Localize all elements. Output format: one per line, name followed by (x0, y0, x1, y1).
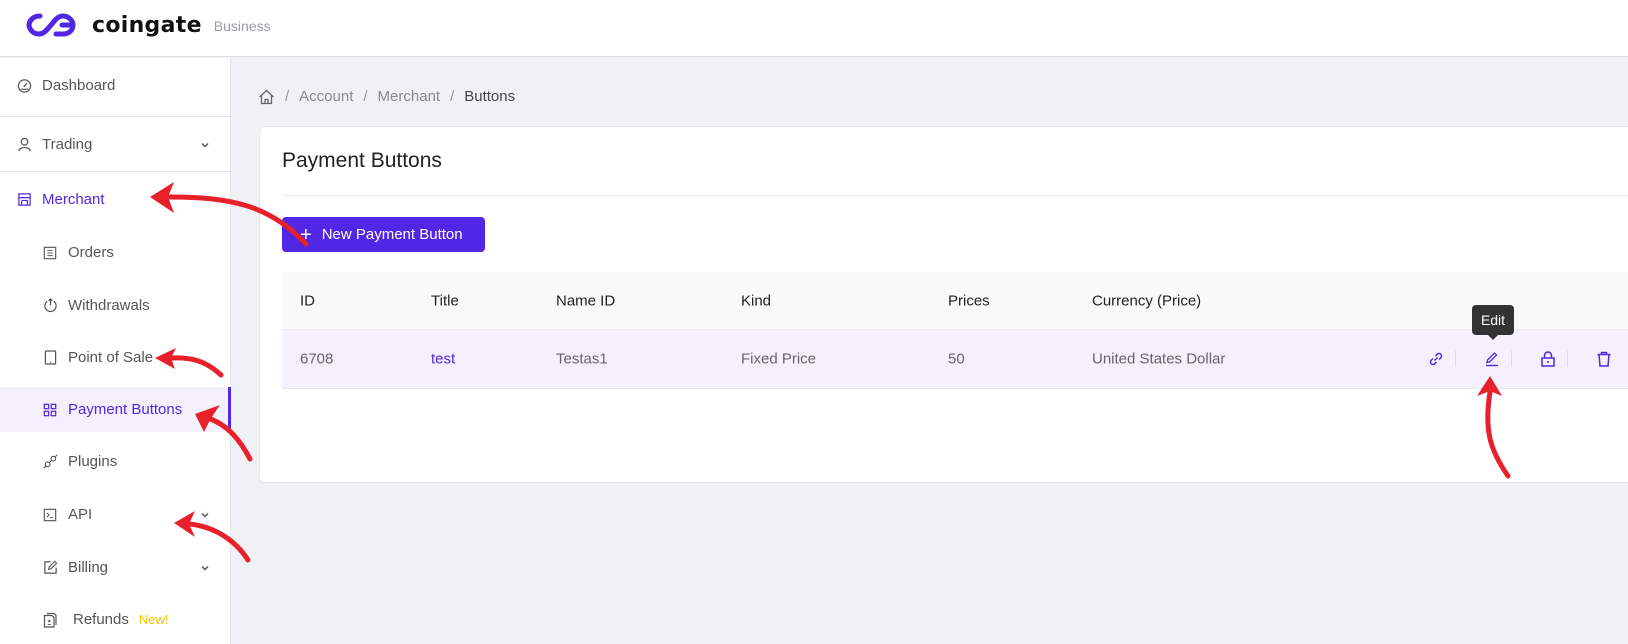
new-payment-button-label: New Payment Button (321, 226, 463, 243)
action-separator (1567, 351, 1568, 367)
breadcrumb-separator: / (363, 88, 368, 105)
column-header-currency[interactable]: Currency (Price) (1092, 292, 1201, 309)
sidebar-item-label: Point of Sale (68, 349, 154, 366)
column-header-prices[interactable]: Prices (948, 292, 990, 309)
sidebar-item-refunds[interactable]: Refunds New! (0, 597, 230, 642)
new-badge: New! (138, 612, 169, 627)
brand-subtitle: Business (213, 18, 271, 34)
sidebar: Dashboard Trading Merchant Orders Withdr… (0, 58, 231, 644)
document-stack-icon (42, 612, 58, 628)
sidebar-item-label: Plugins (68, 453, 118, 470)
new-payment-button[interactable]: + New Payment Button (282, 217, 485, 252)
column-header-title[interactable]: Title (431, 292, 459, 309)
home-icon[interactable] (258, 89, 275, 105)
page-title: Payment Buttons (282, 149, 442, 172)
sidebar-item-dashboard[interactable]: Dashboard (0, 58, 230, 113)
edit-icon[interactable] (1483, 350, 1501, 368)
breadcrumb: / Account / Merchant / Buttons (258, 88, 515, 105)
column-header-name-id[interactable]: Name ID (556, 292, 615, 309)
sidebar-item-api[interactable]: API (0, 492, 230, 537)
sidebar-item-payment-buttons[interactable]: Payment Buttons (0, 387, 231, 432)
column-header-kind[interactable]: Kind (741, 292, 771, 309)
sidebar-item-label: Payment Buttons (68, 401, 183, 418)
sidebar-item-merchant[interactable]: Merchant (0, 172, 230, 227)
top-bar: coingate Business (0, 0, 1628, 57)
sidebar-item-orders[interactable]: Orders (0, 230, 230, 275)
sidebar-item-label: Dashboard (42, 77, 116, 94)
sidebar-item-point-of-sale[interactable]: Point of Sale (0, 335, 230, 380)
plug-icon (42, 454, 58, 470)
chevron-down-icon (201, 565, 209, 571)
coingate-logo-icon (26, 13, 76, 37)
card-divider (282, 195, 1628, 196)
sidebar-item-label: Refunds (73, 611, 129, 628)
edit-square-icon (42, 560, 58, 576)
column-header-id[interactable]: ID (300, 292, 315, 309)
sidebar-item-billing[interactable]: Billing (0, 545, 230, 590)
link-icon[interactable] (1427, 350, 1445, 368)
chevron-down-icon (201, 512, 209, 518)
payment-buttons-card: Payment Buttons + New Payment Button ID … (259, 126, 1628, 483)
breadcrumb-separator: / (285, 88, 290, 105)
sidebar-item-plugins[interactable]: Plugins (0, 439, 230, 484)
grid-icon (42, 402, 58, 418)
action-separator (1511, 351, 1512, 367)
lock-icon[interactable] (1539, 350, 1557, 368)
brand-name: coingate (92, 12, 202, 38)
cell-prices: 50 (948, 350, 965, 368)
breadcrumb-current: Buttons (464, 88, 516, 105)
breadcrumb-account[interactable]: Account (299, 88, 353, 105)
sidebar-item-label: Orders (68, 244, 114, 261)
table-header: ID Title Name ID Kind Prices Currency (P… (282, 272, 1628, 330)
sidebar-item-trading[interactable]: Trading (0, 117, 230, 172)
sidebar-item-withdrawals[interactable]: Withdrawals (0, 283, 230, 328)
cell-kind: Fixed Price (741, 350, 817, 368)
active-indicator (228, 387, 231, 432)
table-row: 6708 test Testas1 Fixed Price 50 United … (282, 330, 1628, 389)
sidebar-item-label: Billing (68, 559, 109, 576)
terminal-icon (42, 507, 58, 523)
plus-icon: + (300, 223, 312, 246)
sidebar-item-label: Withdrawals (68, 297, 150, 314)
tablet-icon (42, 350, 58, 366)
breadcrumb-merchant[interactable]: Merchant (378, 88, 441, 105)
breadcrumb-separator: / (450, 88, 455, 105)
cell-id: 6708 (300, 350, 334, 368)
trash-icon[interactable] (1595, 350, 1613, 368)
cell-currency: United States Dollar (1092, 350, 1226, 368)
payment-buttons-table: ID Title Name ID Kind Prices Currency (P… (282, 272, 1628, 389)
sidebar-item-label: Trading (42, 136, 93, 153)
cell-name-id: Testas1 (556, 350, 608, 368)
list-icon (42, 245, 58, 261)
edit-tooltip: Edit (1472, 305, 1514, 340)
user-icon (16, 137, 32, 153)
logo[interactable]: coingate Business (26, 10, 271, 40)
chevron-down-icon (201, 142, 209, 148)
action-separator (1455, 351, 1456, 367)
dashboard-gauge-icon (16, 78, 32, 94)
sidebar-item-label: Merchant (42, 191, 105, 208)
sidebar-item-label: API (68, 506, 93, 523)
power-arrow-icon (42, 298, 58, 314)
cell-title-link[interactable]: test (431, 351, 455, 368)
store-icon (16, 192, 32, 208)
